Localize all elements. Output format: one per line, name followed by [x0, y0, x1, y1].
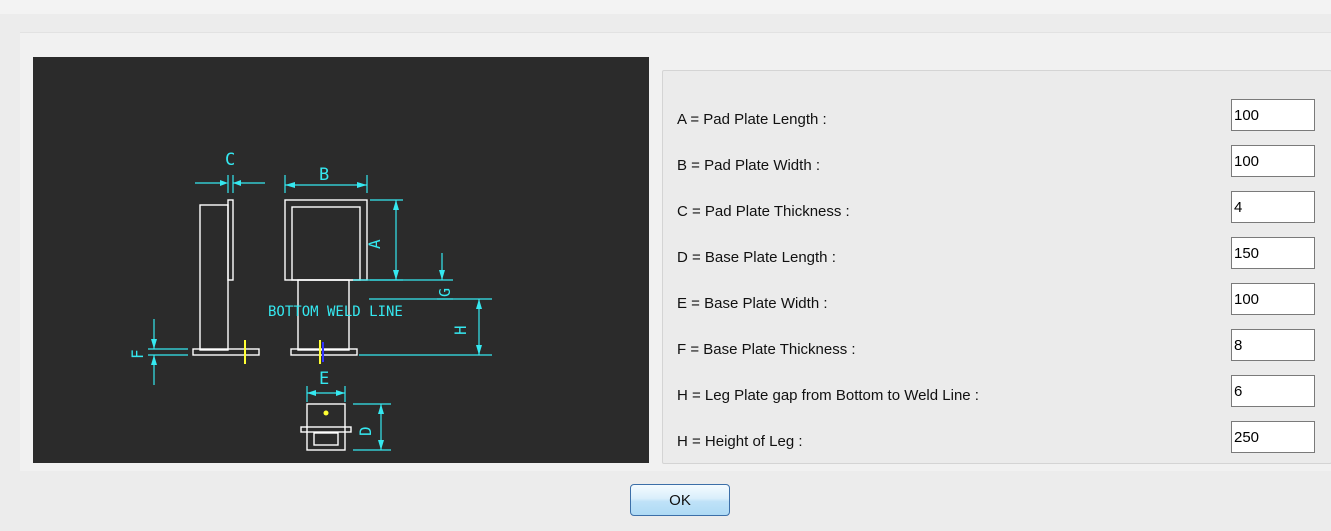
- pad-plate-thickness-input[interactable]: [1231, 191, 1315, 223]
- dim-label-d: D: [356, 426, 375, 436]
- param-label-d: D = Base Plate Length :: [677, 249, 836, 266]
- param-row-height: H = Height of Leg :: [663, 421, 1331, 455]
- leg-plate-gap-input[interactable]: [1231, 375, 1315, 407]
- pad-plate-side: [227, 199, 234, 281]
- weld-point-top: [323, 410, 329, 416]
- ok-button[interactable]: OK: [630, 484, 730, 516]
- parameters-panel: A = Pad Plate Length : B = Pad Plate Wid…: [662, 70, 1331, 464]
- leg-drawing-svg: C B A G H BOTTOM WELD LINE F E D: [128, 150, 492, 451]
- param-row-e: E = Base Plate Width :: [663, 283, 1331, 317]
- dim-label-a: A: [365, 239, 384, 249]
- param-row-d: D = Base Plate Length :: [663, 237, 1331, 271]
- param-row-b: B = Pad Plate Width :: [663, 145, 1331, 179]
- param-row-f: F = Base Plate Thickness :: [663, 329, 1331, 363]
- param-label-height: H = Height of Leg :: [677, 433, 803, 450]
- leg-drawing-preview: C B A G H BOTTOM WELD LINE F E D: [33, 57, 649, 463]
- dim-label-c: C: [225, 150, 235, 170]
- pad-plate-length-input[interactable]: [1231, 99, 1315, 131]
- leg-top-section: [300, 426, 352, 433]
- dim-label-h: H: [451, 325, 470, 335]
- dim-label-e: E: [319, 369, 329, 389]
- leg-side-outline: [199, 204, 229, 351]
- pad-plate-front: [284, 199, 368, 281]
- leg-front-upper: [291, 206, 361, 281]
- param-label-a: A = Pad Plate Length :: [677, 111, 827, 128]
- base-plate-length-input[interactable]: [1231, 237, 1315, 269]
- param-label-gap: H = Leg Plate gap from Bottom to Weld Li…: [677, 387, 979, 404]
- param-label-f: F = Base Plate Thickness :: [677, 341, 856, 358]
- param-label-e: E = Base Plate Width :: [677, 295, 828, 312]
- base-plate-width-input[interactable]: [1231, 283, 1315, 315]
- leg-height-input[interactable]: [1231, 421, 1315, 453]
- window-top-strip: [0, 0, 1331, 14]
- dim-label-g: G: [436, 288, 454, 297]
- param-row-c: C = Pad Plate Thickness :: [663, 191, 1331, 225]
- param-label-c: C = Pad Plate Thickness :: [677, 203, 850, 220]
- leg-top-inner: [313, 432, 339, 446]
- bottom-weld-line-label: BOTTOM WELD LINE: [268, 304, 403, 320]
- param-row-gap: H = Leg Plate gap from Bottom to Weld Li…: [663, 375, 1331, 409]
- param-label-b: B = Pad Plate Width :: [677, 157, 820, 174]
- base-plate-thickness-input[interactable]: [1231, 329, 1315, 361]
- pad-plate-width-input[interactable]: [1231, 145, 1315, 177]
- dim-label-f: F: [128, 349, 147, 359]
- dim-label-b: B: [319, 165, 329, 185]
- param-row-a: A = Pad Plate Length :: [663, 99, 1331, 133]
